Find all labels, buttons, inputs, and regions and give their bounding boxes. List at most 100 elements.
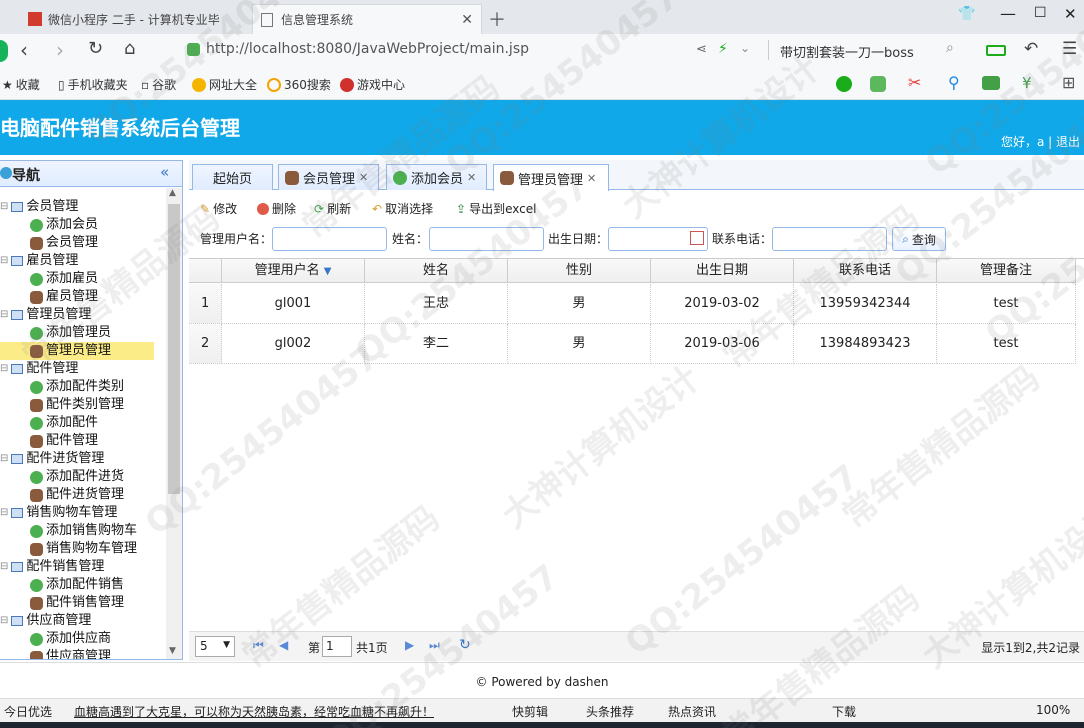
status-left[interactable]: 今日优选 bbox=[4, 703, 52, 720]
sidebar-group[interactable]: ⊟ 会员管理 bbox=[0, 198, 78, 216]
tab-add-member[interactable]: 添加会员 ✕ bbox=[386, 164, 487, 190]
browser-tab-2[interactable]: 信息管理系统 ✕ bbox=[252, 4, 482, 34]
bookmark-favorites[interactable]: ★ 收藏 bbox=[2, 76, 40, 93]
sidebar-item[interactable]: 添加雇员 bbox=[30, 270, 98, 288]
tab-admin-manage[interactable]: 管理员管理 ✕ bbox=[493, 164, 609, 191]
col-header-gender[interactable]: 性别 bbox=[508, 259, 651, 283]
first-page-icon[interactable]: ⏮ bbox=[253, 638, 264, 653]
new-tab-icon[interactable]: ＋ bbox=[488, 6, 506, 32]
tab-close-icon[interactable]: ✕ bbox=[467, 171, 476, 184]
bookmark-360[interactable]: 360搜索 bbox=[267, 76, 331, 93]
wechat-icon[interactable] bbox=[836, 76, 852, 92]
table-cell[interactable]: gl002 bbox=[222, 324, 365, 364]
tab-member-manage[interactable]: 会员管理 ✕ bbox=[278, 164, 379, 190]
table-cell[interactable]: 2019-03-06 bbox=[651, 324, 794, 364]
table-cell[interactable]: 男 bbox=[508, 284, 651, 324]
minus-icon[interactable]: ⊟ bbox=[0, 306, 8, 324]
table-cell[interactable]: 2019-03-02 bbox=[651, 284, 794, 324]
reload-icon[interactable]: ↻ bbox=[459, 637, 471, 653]
sidebar-item[interactable]: 雇员管理 bbox=[30, 288, 98, 306]
calendar-icon[interactable] bbox=[690, 231, 704, 245]
sidebar-group[interactable]: ⊟ 雇员管理 bbox=[0, 252, 78, 270]
table-cell[interactable]: 王忠 bbox=[365, 284, 508, 324]
sidebar-group[interactable]: ⊟ 供应商管理 bbox=[0, 612, 91, 630]
search-box[interactable]: 带切割套装一刀一boss bbox=[780, 42, 914, 61]
username-input[interactable] bbox=[272, 227, 387, 251]
zoom-level[interactable]: 100% bbox=[1036, 703, 1070, 717]
query-button[interactable]: ⌕ 查询 bbox=[892, 227, 946, 251]
sidebar-item[interactable]: 添加会员 bbox=[30, 216, 98, 234]
maximize-icon[interactable]: ☐ bbox=[1034, 5, 1047, 21]
sidebar-item[interactable]: 配件销售管理 bbox=[30, 594, 124, 612]
sidebar-item[interactable]: 添加配件销售 bbox=[30, 576, 124, 594]
lightning-icon[interactable]: ⚡ bbox=[718, 41, 728, 57]
share-icon[interactable]: ⋖ bbox=[696, 42, 707, 57]
status-item[interactable]: 快剪辑 bbox=[512, 703, 548, 720]
page-size-select[interactable]: 5 ▼ bbox=[195, 636, 235, 657]
menu-icon[interactable]: ☰ bbox=[1062, 39, 1077, 59]
minimize-icon[interactable]: — bbox=[1000, 4, 1016, 23]
sidebar-scrollbar[interactable]: ▲ ▼ bbox=[166, 188, 182, 659]
minus-icon[interactable]: ⊟ bbox=[0, 198, 8, 216]
sidebar-group[interactable]: ⊟ 配件管理 bbox=[0, 360, 78, 378]
sidebar-group[interactable]: ⊟ 销售购物车管理 bbox=[0, 504, 117, 522]
name-input[interactable] bbox=[429, 227, 544, 251]
browser-tab-1[interactable]: 微信小程序 二手 - 计算机专业毕 bbox=[20, 4, 248, 34]
back-icon[interactable]: ‹ bbox=[20, 38, 28, 62]
sidebar-item[interactable]: 管理员管理 bbox=[0, 342, 154, 360]
sidebar-item[interactable]: 添加销售购物车 bbox=[30, 522, 137, 540]
tab-close-icon[interactable]: ✕ bbox=[461, 12, 473, 28]
table-cell[interactable]: test bbox=[937, 284, 1076, 324]
status-news-link[interactable]: 血糖高遇到了大克星，可以称为天然胰岛素，经常吃血糖不再飙升！ bbox=[74, 703, 434, 720]
sidebar-group[interactable]: ⊟ 管理员管理 bbox=[0, 306, 91, 324]
scroll-thumb[interactable] bbox=[168, 204, 180, 494]
yen-icon[interactable]: ¥ bbox=[1022, 74, 1032, 92]
table-cell[interactable]: 13959342344 bbox=[794, 284, 937, 324]
status-item[interactable]: 热点资讯 bbox=[668, 703, 716, 720]
scissors-icon[interactable]: ✂ bbox=[908, 73, 921, 92]
col-header-username[interactable]: 管理用户名 ▼ bbox=[222, 259, 365, 283]
refresh-button[interactable]: ⟳ 刷新 bbox=[314, 200, 351, 217]
minus-icon[interactable]: ⊟ bbox=[0, 558, 8, 576]
sidebar-group[interactable]: ⊟ 配件销售管理 bbox=[0, 558, 104, 576]
sidebar-item[interactable]: 配件管理 bbox=[30, 432, 98, 450]
bookmark-google[interactable]: ▫ 谷歌 bbox=[141, 76, 176, 93]
sidebar-item[interactable]: 供应商管理 bbox=[30, 648, 111, 659]
sidebar-item[interactable]: 添加配件 bbox=[30, 414, 98, 432]
tab-home[interactable]: 起始页 bbox=[192, 164, 273, 190]
table-cell[interactable]: 男 bbox=[508, 324, 651, 364]
bookmark-mobile[interactable]: ▯ 手机收藏夹 bbox=[58, 76, 128, 93]
last-page-icon[interactable]: ⏭ bbox=[429, 638, 440, 653]
close-window-icon[interactable]: ✕ bbox=[1064, 5, 1077, 23]
sidebar-item[interactable]: 添加配件进货 bbox=[30, 468, 124, 486]
address-bar[interactable]: http://localhost:8080/JavaWebProject/mai… bbox=[206, 41, 529, 57]
search-icon[interactable]: ⌕ bbox=[946, 40, 954, 56]
scroll-up-icon[interactable]: ▲ bbox=[169, 188, 176, 198]
chevron-down-icon[interactable]: ⌄ bbox=[740, 41, 750, 55]
table-cell[interactable]: 李二 bbox=[365, 324, 508, 364]
sidebar-item[interactable]: 配件进货管理 bbox=[30, 486, 124, 504]
minus-icon[interactable]: ⊟ bbox=[0, 504, 8, 522]
col-header-birthdate[interactable]: 出生日期 bbox=[651, 259, 794, 283]
shirt-icon[interactable]: 👕 bbox=[958, 6, 975, 22]
sidebar-item[interactable]: 会员管理 bbox=[30, 234, 98, 252]
col-header-name[interactable]: 姓名 bbox=[365, 259, 508, 283]
sidebar-item[interactable]: 添加供应商 bbox=[30, 630, 111, 648]
export-excel-button[interactable]: ⇪ 导出到excel bbox=[456, 200, 536, 217]
delete-button[interactable]: 删除 bbox=[257, 200, 296, 217]
col-header-phone[interactable]: 联系电话 bbox=[794, 259, 937, 283]
prev-page-icon[interactable]: ◀ bbox=[279, 638, 288, 652]
minus-icon[interactable]: ⊟ bbox=[0, 360, 8, 378]
battery-icon[interactable] bbox=[986, 45, 1006, 56]
bookmark-games[interactable]: 游戏中心 bbox=[340, 76, 405, 93]
table-cell[interactable]: 13984893423 bbox=[794, 324, 937, 364]
col-header-remark[interactable]: 管理备注 bbox=[937, 259, 1076, 283]
minus-icon[interactable]: ⊟ bbox=[0, 612, 8, 630]
minus-icon[interactable]: ⊟ bbox=[0, 450, 8, 468]
tab-close-icon[interactable]: ✕ bbox=[587, 172, 596, 185]
cancel-select-button[interactable]: ↶ 取消选择 bbox=[372, 200, 433, 217]
next-page-icon[interactable]: ▶ bbox=[405, 638, 414, 652]
sidebar-item[interactable]: 销售购物车管理 bbox=[30, 540, 137, 558]
sidebar-item[interactable]: 配件类别管理 bbox=[30, 396, 124, 414]
bookmark-hao[interactable]: 网址大全 bbox=[192, 76, 257, 93]
